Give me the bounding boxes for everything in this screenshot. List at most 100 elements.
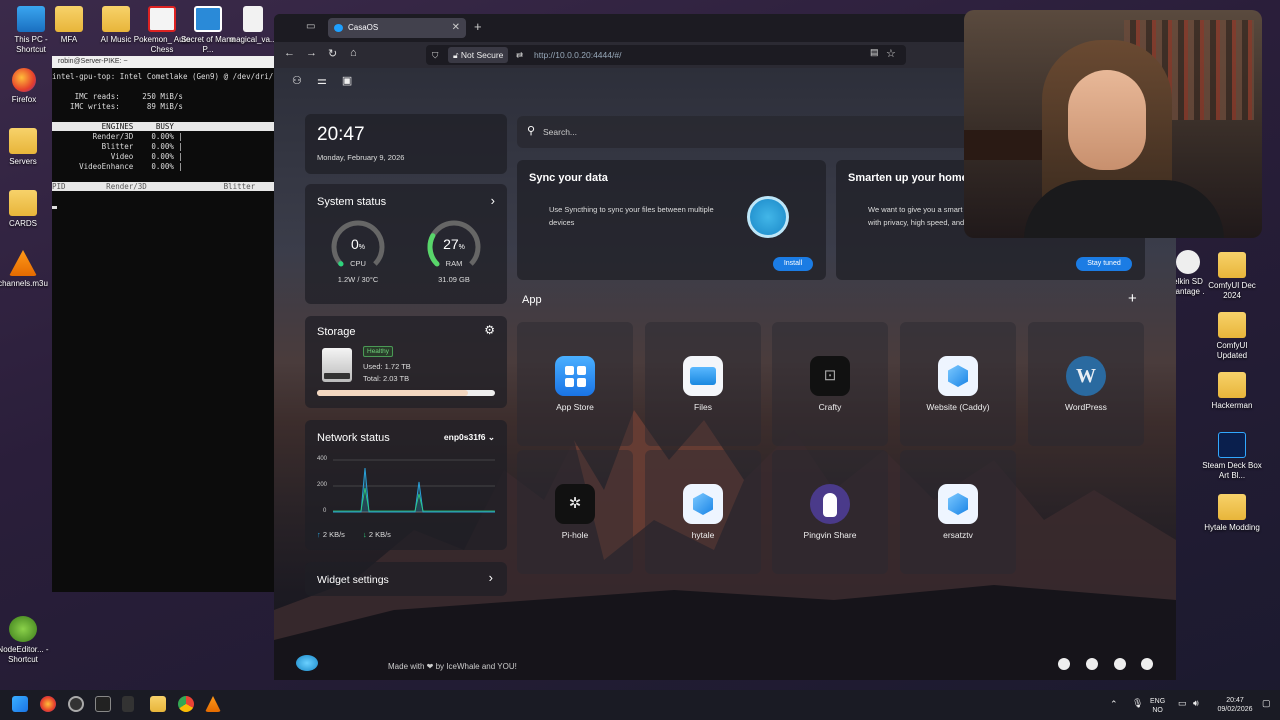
terminal-engine-row: Video 0.00% | — [52, 152, 183, 161]
close-tab-icon[interactable]: ✕ — [452, 18, 460, 38]
forward-icon[interactable]: → — [306, 47, 317, 59]
desktop-icon-firefox[interactable]: Firefox — [0, 68, 55, 105]
network-widget: Network status enp0s31f6 ⌄ 400 200 0 ↑ 2… — [305, 420, 507, 550]
search-input[interactable]: ⚲ Search... — [517, 116, 977, 148]
forum-icon[interactable] — [1058, 658, 1070, 670]
y-tick: 400 — [317, 456, 328, 462]
app-tile[interactable]: ✲ Pi-hole — [517, 450, 633, 574]
cpu-detail: 1.2W / 30°C — [337, 275, 379, 284]
new-tab-icon[interactable]: + — [474, 19, 482, 34]
terminal-window[interactable]: robin@Server-PIKE: ~ intel-gpu-top: Inte… — [52, 56, 278, 592]
top-toolbar: ⚇ ⚌ ▣ — [292, 74, 352, 87]
user-icon[interactable]: ⚇ — [292, 75, 302, 87]
casaos-logo-icon — [296, 655, 318, 671]
github-icon[interactable] — [1114, 658, 1126, 670]
terminal-title: robin@Server-PIKE: ~ — [52, 56, 274, 68]
file-icon — [194, 6, 222, 32]
app-tile[interactable]: W WordPress — [1028, 322, 1144, 446]
url-text: http://10.0.0.20:4444/#/ — [534, 50, 622, 60]
wordpress-icon: W — [1066, 356, 1106, 396]
folder-icon — [1218, 494, 1246, 520]
gear-icon[interactable]: ⚙ — [484, 323, 495, 337]
disk-icon — [322, 348, 352, 382]
notification-icon[interactable]: ▢ — [1262, 699, 1271, 708]
tab-list-icon[interactable]: ▭ — [306, 21, 315, 32]
tray-chevron-up-icon[interactable]: ⌃ — [1110, 700, 1118, 709]
desktop-icon-channels[interactable]: channels.m3u — [0, 250, 54, 289]
storage-progress-track — [317, 390, 495, 396]
app-tile[interactable]: ⊡ Crafty — [772, 322, 888, 446]
desktop-icon-steam-deck[interactable]: Steam Deck Box Art Bl... — [1201, 432, 1263, 481]
network-icon[interactable]: ▭ — [1178, 699, 1187, 708]
firefox-icon[interactable] — [40, 696, 56, 712]
chevron-down-icon: ⌄ — [487, 432, 495, 442]
app-tile[interactable]: Pingvin Share — [772, 450, 888, 574]
vlc-icon — [9, 250, 37, 276]
caddy-icon — [938, 356, 978, 396]
reload-icon[interactable]: ↻ — [328, 47, 337, 60]
reader-view-icon[interactable]: ▤ — [870, 47, 879, 58]
add-app-icon[interactable]: + — [1128, 290, 1137, 307]
language-indicator[interactable]: ENG NO — [1150, 697, 1165, 715]
app-tile[interactable]: hytale — [645, 450, 761, 574]
app-icon — [1176, 250, 1200, 274]
terminal-engines-header: ENGINES BUSY — [52, 122, 274, 131]
folder-icon — [1218, 252, 1246, 278]
network-title: Network status — [317, 432, 390, 444]
storage-total: Total: 2.03 TB — [363, 374, 410, 383]
home-icon[interactable]: ⌂ — [350, 47, 357, 59]
chat-icon[interactable] — [1141, 658, 1153, 670]
firefox-icon — [12, 68, 36, 92]
arrow-down-icon: ↓ — [363, 530, 367, 539]
ersatztv-icon — [938, 484, 978, 524]
app-tile[interactable]: App Store — [517, 322, 633, 446]
storage-widget: Storage ⚙ Healthy Used: 1.72 TB Total: 2… — [305, 316, 507, 408]
pingvin-icon — [810, 484, 850, 524]
app-tile[interactable]: ersatztv — [900, 450, 1016, 574]
taskbar: ⌃ 🎙︎ ENG NO ▭ 🔊︎ 20:47 09/02/2026 ▢ — [0, 690, 1280, 720]
system-status-title: System status — [317, 196, 387, 208]
volume-icon[interactable]: 🔊︎ — [1193, 699, 1199, 708]
terminal-icon[interactable]: ▣ — [342, 75, 352, 87]
back-icon[interactable]: ← — [284, 47, 295, 59]
desktop-icon-hytale-modding[interactable]: Hytale Modding — [1201, 494, 1263, 533]
desktop-icon-comfyui-updated[interactable]: ComfyUI Updated — [1201, 312, 1263, 361]
app-icon[interactable] — [122, 696, 134, 712]
app-tile[interactable]: Files — [645, 322, 761, 446]
shield-icon[interactable]: ⛉ — [432, 45, 438, 65]
desktop-icon-cards[interactable]: CARDS — [0, 190, 54, 229]
home-body: We want to give you a smart ... with pri… — [868, 205, 973, 227]
install-button[interactable]: Install — [773, 257, 813, 271]
security-indicator[interactable]: 🔓︎ Not Secure — [448, 47, 509, 63]
network-graph — [333, 459, 495, 513]
microphone-icon[interactable]: 🎙︎ — [1132, 699, 1143, 708]
tab-casaos[interactable]: CasaOS ✕ — [328, 18, 466, 38]
stay-tuned-button[interactable]: Stay tuned — [1076, 257, 1132, 271]
settings-sliders-icon[interactable]: ⚌ — [317, 75, 327, 87]
home-title: Smarten up your home — [848, 172, 968, 184]
desktop-icon-servers[interactable]: Servers — [0, 128, 54, 167]
discord-icon[interactable] — [1086, 658, 1098, 670]
windows-start-icon[interactable] — [12, 696, 28, 712]
clock[interactable]: 20:47 09/02/2026 — [1212, 696, 1258, 714]
widget-settings-button[interactable]: Widget settings › — [305, 562, 507, 596]
file-explorer-icon[interactable] — [150, 696, 166, 712]
terminal-icon[interactable] — [95, 696, 111, 712]
desktop-icon-nodeeditor[interactable]: NodeEditor... - Shortcut — [0, 616, 54, 665]
bookmark-star-icon[interactable]: ☆ — [886, 47, 896, 60]
desktop-icon-hackerman[interactable]: Hackerman — [1201, 372, 1263, 411]
vlc-icon[interactable] — [205, 696, 221, 712]
arrow-up-icon: ↑ — [317, 530, 321, 539]
chevron-right-icon[interactable]: › — [491, 193, 495, 208]
obs-icon[interactable] — [68, 696, 84, 712]
url-bar[interactable]: ⛉ 🔓︎ Not Secure ⇄ http://10.0.0.20:4444/… — [426, 45, 906, 65]
app-tile[interactable]: Website (Caddy) — [900, 322, 1016, 446]
photoshop-icon — [1218, 432, 1246, 458]
chrome-icon[interactable] — [178, 696, 194, 712]
storage-progress-fill — [317, 390, 469, 396]
desktop-icon-comfyui-dec[interactable]: ComfyUI Dec 2024 — [1201, 252, 1263, 301]
folder-icon — [1218, 312, 1246, 338]
folder-icon — [102, 6, 130, 32]
interface-select[interactable]: enp0s31f6 ⌄ — [444, 432, 495, 443]
permissions-icon[interactable]: ⇄ — [516, 45, 523, 65]
